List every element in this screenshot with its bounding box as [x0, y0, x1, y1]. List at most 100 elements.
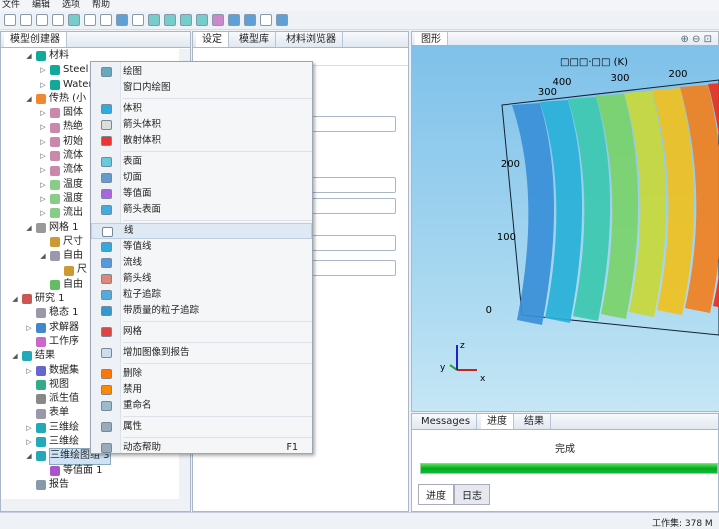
- expand-toggle-icon[interactable]: ◢: [11, 292, 19, 306]
- menu-item-plot-in-window[interactable]: 窗口内绘图: [91, 80, 312, 96]
- menu-item-particle[interactable]: 粒子追踪: [91, 287, 312, 303]
- menu-item-properties[interactable]: 属性: [91, 419, 312, 435]
- properties-icon: [101, 422, 112, 432]
- menu-item-label: 网格: [123, 326, 143, 337]
- tree-node-label: 工作序: [49, 335, 79, 347]
- expand-toggle-icon[interactable]: ▷: [39, 106, 47, 120]
- zoom-tools-icon[interactable]: ⊕ ⊖ ⊡: [681, 34, 713, 45]
- tab-settings-0[interactable]: 设定: [196, 32, 229, 47]
- expand-toggle-icon[interactable]: ▷: [39, 206, 47, 220]
- settings-field[interactable]: [311, 198, 396, 214]
- menu-item-report-image[interactable]: 增加图像到报告: [91, 345, 312, 361]
- tab-settings-1[interactable]: 模型库: [233, 32, 276, 47]
- settings-select-2[interactable]: [311, 177, 396, 193]
- menu-3[interactable]: 帮助: [92, 0, 110, 11]
- plot-tool4-icon[interactable]: [260, 14, 272, 26]
- tool-icon[interactable]: [180, 14, 192, 26]
- menu-item-surface[interactable]: 表面: [91, 154, 312, 170]
- help-icon[interactable]: [68, 14, 80, 26]
- menu-item-arrow-surface[interactable]: 箭头表面: [91, 202, 312, 218]
- open-icon[interactable]: [20, 14, 32, 26]
- tab-model-builder[interactable]: 模型创建器: [4, 32, 67, 47]
- x-axis-label: x: [480, 374, 486, 384]
- expand-toggle-icon[interactable]: ▷: [25, 435, 33, 449]
- build-icon[interactable]: [116, 14, 128, 26]
- plot-tool5-icon[interactable]: [276, 14, 288, 26]
- menu-item-label: 重命名: [123, 400, 152, 411]
- menu-item-label: 线: [124, 225, 134, 236]
- select-icon[interactable]: [164, 14, 176, 26]
- settings-select-3[interactable]: [311, 235, 396, 251]
- menu-item-arrow-volume[interactable]: 箭头体积: [91, 117, 312, 133]
- plot-tool3-icon[interactable]: [244, 14, 256, 26]
- menu-item-rename[interactable]: 重命名: [91, 398, 312, 414]
- expand-toggle-icon[interactable]: ▷: [39, 149, 47, 163]
- subtab-0[interactable]: 进度: [418, 484, 454, 505]
- parameters-icon[interactable]: [132, 14, 144, 26]
- menu-item-delete[interactable]: 删除: [91, 366, 312, 382]
- menu-item-scatter-volume[interactable]: 散射体积: [91, 133, 312, 149]
- expand-toggle-icon[interactable]: ◢: [25, 92, 33, 106]
- menu-0[interactable]: 文件: [2, 0, 20, 11]
- expand-toggle-icon[interactable]: ▷: [39, 120, 47, 134]
- menu-item-contour[interactable]: 等值线: [91, 239, 312, 255]
- expand-toggle-icon[interactable]: ▷: [25, 421, 33, 435]
- help-icon: [101, 443, 112, 453]
- menu-item-streamline[interactable]: 流线: [91, 255, 312, 271]
- print-icon[interactable]: [52, 14, 64, 26]
- expand-toggle-icon[interactable]: ▷: [39, 192, 47, 206]
- menu-item-arrow-line[interactable]: 箭头线: [91, 271, 312, 287]
- menu-item-mesh[interactable]: 网格: [91, 324, 312, 340]
- menu-item-plot[interactable]: 绘图: [91, 64, 312, 80]
- expand-toggle-icon[interactable]: ▷: [39, 163, 47, 177]
- expand-toggle-icon[interactable]: ▷: [25, 321, 33, 335]
- expand-toggle-icon[interactable]: ▷: [25, 364, 33, 378]
- geometry-icon[interactable]: [148, 14, 160, 26]
- expand-toggle-icon[interactable]: ◢: [11, 349, 19, 363]
- expand-toggle-icon[interactable]: ◢: [25, 49, 33, 63]
- settings-select-4[interactable]: [311, 260, 396, 276]
- tree-node[interactable]: 报告: [1, 478, 178, 492]
- menu-item-line[interactable]: 线: [91, 223, 312, 239]
- menu-2[interactable]: 选项: [62, 0, 80, 11]
- subtab-1[interactable]: 日志: [454, 484, 490, 505]
- menu-item-volume[interactable]: 体积: [91, 101, 312, 117]
- tab-bottom-2[interactable]: 结果: [518, 414, 552, 429]
- tool2-icon[interactable]: [196, 14, 208, 26]
- tree-node-label: 温度: [63, 192, 83, 204]
- expand-toggle-icon[interactable]: ▷: [39, 135, 47, 149]
- save-icon[interactable]: [36, 14, 48, 26]
- tree-node-label: 求解器: [49, 321, 79, 333]
- tab-settings-2[interactable]: 材料浏览器: [280, 32, 343, 47]
- expand-toggle-icon[interactable]: ▷: [39, 63, 47, 77]
- menu-item-shortcut: F1: [286, 442, 298, 453]
- tree-node-label: 热绝: [63, 121, 83, 133]
- plot-tool-icon[interactable]: [212, 14, 224, 26]
- tree-node-icon: [36, 379, 46, 390]
- new-icon[interactable]: [4, 14, 16, 26]
- menu-item-disable[interactable]: 禁用: [91, 382, 312, 398]
- menu-item-slice[interactable]: 切面: [91, 170, 312, 186]
- progress-bar-fill: [421, 464, 717, 473]
- expand-toggle-icon[interactable]: ◢: [39, 249, 47, 263]
- report-icon[interactable]: [100, 14, 112, 26]
- tab-bottom-1[interactable]: 进度: [481, 414, 515, 429]
- menu-separator: [123, 342, 312, 343]
- tree-node[interactable]: 等值面 1: [1, 464, 178, 478]
- tree-hscrollbar[interactable]: [1, 499, 190, 511]
- menu-item-isosurface[interactable]: 等值面: [91, 186, 312, 202]
- graphics-canvas[interactable]: □□□·□□ (K) 4003002001003002001000 x y z: [412, 45, 719, 411]
- zoom-icon[interactable]: [84, 14, 96, 26]
- expand-toggle-icon[interactable]: ▷: [39, 78, 47, 92]
- expand-toggle-icon[interactable]: ◢: [25, 449, 33, 463]
- expand-toggle-icon[interactable]: ◢: [25, 221, 33, 235]
- plot-tool2-icon[interactable]: [228, 14, 240, 26]
- menu-item-particle-mass[interactable]: 带质量的粒子追踪: [91, 303, 312, 319]
- settings-select-1[interactable]: [311, 116, 396, 132]
- menu-item-help[interactable]: 动态帮助 F1: [91, 440, 312, 456]
- expand-toggle-icon[interactable]: ▷: [39, 178, 47, 192]
- tree-node-label: 传热 (小: [49, 92, 87, 104]
- tab-bottom-0[interactable]: Messages: [415, 414, 478, 429]
- tree-node-icon: [36, 337, 46, 348]
- menu-1[interactable]: 编辑: [32, 0, 50, 11]
